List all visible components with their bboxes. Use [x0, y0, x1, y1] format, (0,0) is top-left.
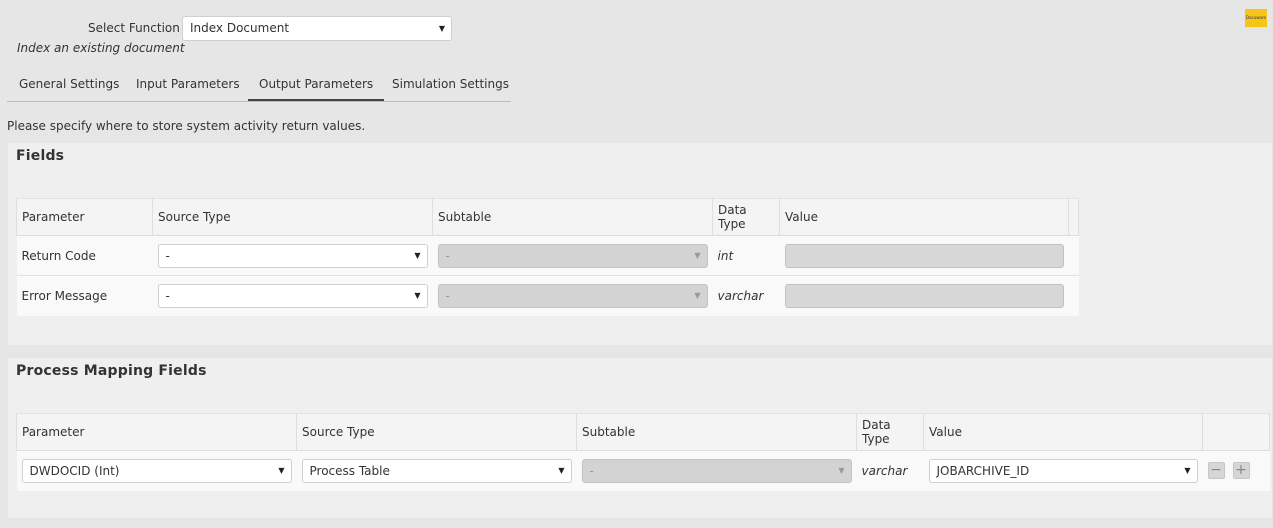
source-type-cell: - ▼	[152, 275, 433, 316]
column-header-subtable: Subtable	[576, 413, 857, 451]
data-type-cell: varchar	[712, 275, 780, 316]
parameter-cell: Return Code	[16, 235, 153, 276]
subtable-select: - ▼	[437, 283, 708, 308]
select-function-label: Select Function	[88, 21, 180, 35]
column-header-value: Value	[923, 413, 1203, 451]
column-header-value: Value	[779, 198, 1069, 236]
parameter-cell: Error Message	[16, 275, 153, 316]
column-header-spacer	[1068, 198, 1079, 236]
remove-row-button[interactable]: −	[1207, 462, 1225, 480]
actions-cell: − +	[1202, 450, 1270, 491]
instruction-text: Please specify where to store system act…	[7, 119, 366, 133]
column-header-parameter: Parameter	[16, 198, 153, 236]
source-type-select[interactable]: - ▼	[157, 243, 428, 268]
tab-output-parameters[interactable]: Output Parameters	[248, 70, 385, 101]
subtable-value: -	[445, 288, 450, 303]
process-mapping-table: Parameter Source Type Subtable Data Type…	[16, 413, 1270, 491]
source-type-cell: - ▼	[152, 235, 433, 276]
caret-down-icon: ▼	[278, 465, 285, 475]
column-header-source-type: Source Type	[152, 198, 433, 236]
value-select-value: JOBARCHIVE_ID	[936, 463, 1030, 478]
value-select[interactable]: JOBARCHIVE_ID ▼	[928, 458, 1198, 483]
subtable-select: - ▼	[437, 243, 708, 268]
function-select-value: Index Document	[190, 21, 290, 35]
tab-bar: General Settings Input Parameters Output…	[7, 70, 511, 102]
column-header-parameter: Parameter	[16, 413, 297, 451]
caret-down-icon: ▼	[838, 465, 845, 475]
column-header-actions	[1202, 413, 1270, 451]
process-mapping-table-header: Parameter Source Type Subtable Data Type…	[16, 413, 1270, 451]
column-header-data-type: Data Type	[712, 198, 780, 236]
parameter-select[interactable]: DWDOCID (Int) ▼	[21, 458, 292, 483]
caret-down-icon: ▼	[558, 465, 565, 475]
table-row: Return Code - ▼ - ▼ int	[16, 235, 1079, 276]
parameter-value: DWDOCID (Int)	[29, 463, 120, 478]
fields-panel: Fields Parameter Source Type Subtable Da…	[8, 143, 1272, 345]
fields-table: Parameter Source Type Subtable Data Type…	[16, 198, 1079, 316]
value-input	[784, 243, 1064, 268]
subtable-value: -	[589, 463, 594, 478]
spacer-cell	[1068, 275, 1079, 316]
tab-input-parameters[interactable]: Input Parameters	[136, 70, 240, 101]
table-row: DWDOCID (Int) ▼ Process Table ▼ - ▼ varc…	[16, 450, 1270, 491]
fields-table-header: Parameter Source Type Subtable Data Type…	[16, 198, 1079, 236]
value-cell	[779, 275, 1069, 316]
data-type-cell: varchar	[856, 450, 924, 491]
subtable-cell: - ▼	[576, 450, 857, 491]
subtable-cell: - ▼	[432, 275, 713, 316]
value-cell	[779, 235, 1069, 276]
caret-down-icon: ▼	[414, 250, 421, 260]
subtable-select: - ▼	[581, 458, 852, 483]
tab-general-settings[interactable]: General Settings	[19, 70, 119, 101]
subtable-cell: - ▼	[432, 235, 713, 276]
value-cell: JOBARCHIVE_ID ▼	[923, 450, 1203, 491]
source-type-cell: Process Table ▼	[296, 450, 577, 491]
source-type-value: Process Table	[309, 463, 390, 478]
column-header-source-type: Source Type	[296, 413, 577, 451]
caret-down-icon: ▼	[694, 290, 701, 300]
source-type-select[interactable]: Process Table ▼	[301, 458, 572, 483]
add-row-button[interactable]: +	[1232, 462, 1250, 480]
tab-simulation-settings[interactable]: Simulation Settings	[392, 70, 509, 101]
caret-down-icon: ▼	[414, 290, 421, 300]
process-mapping-panel-title: Process Mapping Fields	[16, 363, 207, 379]
subtable-value: -	[445, 248, 450, 263]
fields-panel-title: Fields	[16, 148, 65, 164]
column-header-data-type: Data Type	[856, 413, 924, 451]
source-type-value: -	[165, 288, 170, 303]
table-row: Error Message - ▼ - ▼ varchar	[16, 275, 1079, 316]
process-mapping-panel: Process Mapping Fields Parameter Source …	[8, 358, 1272, 518]
source-type-select[interactable]: - ▼	[157, 283, 428, 308]
caret-down-icon: ▼	[1184, 465, 1191, 475]
caret-down-icon: ▼	[694, 250, 701, 260]
parameter-cell: DWDOCID (Int) ▼	[16, 450, 297, 491]
source-type-value: -	[165, 248, 170, 263]
data-type-cell: int	[712, 235, 780, 276]
docuware-logo: Docuware	[1245, 9, 1267, 27]
function-description: Index an existing document	[17, 41, 185, 55]
value-input	[784, 283, 1064, 308]
column-header-subtable: Subtable	[432, 198, 713, 236]
function-select[interactable]: Index Document ▼	[182, 16, 452, 41]
caret-down-icon: ▼	[438, 24, 445, 33]
spacer-cell	[1068, 235, 1079, 276]
